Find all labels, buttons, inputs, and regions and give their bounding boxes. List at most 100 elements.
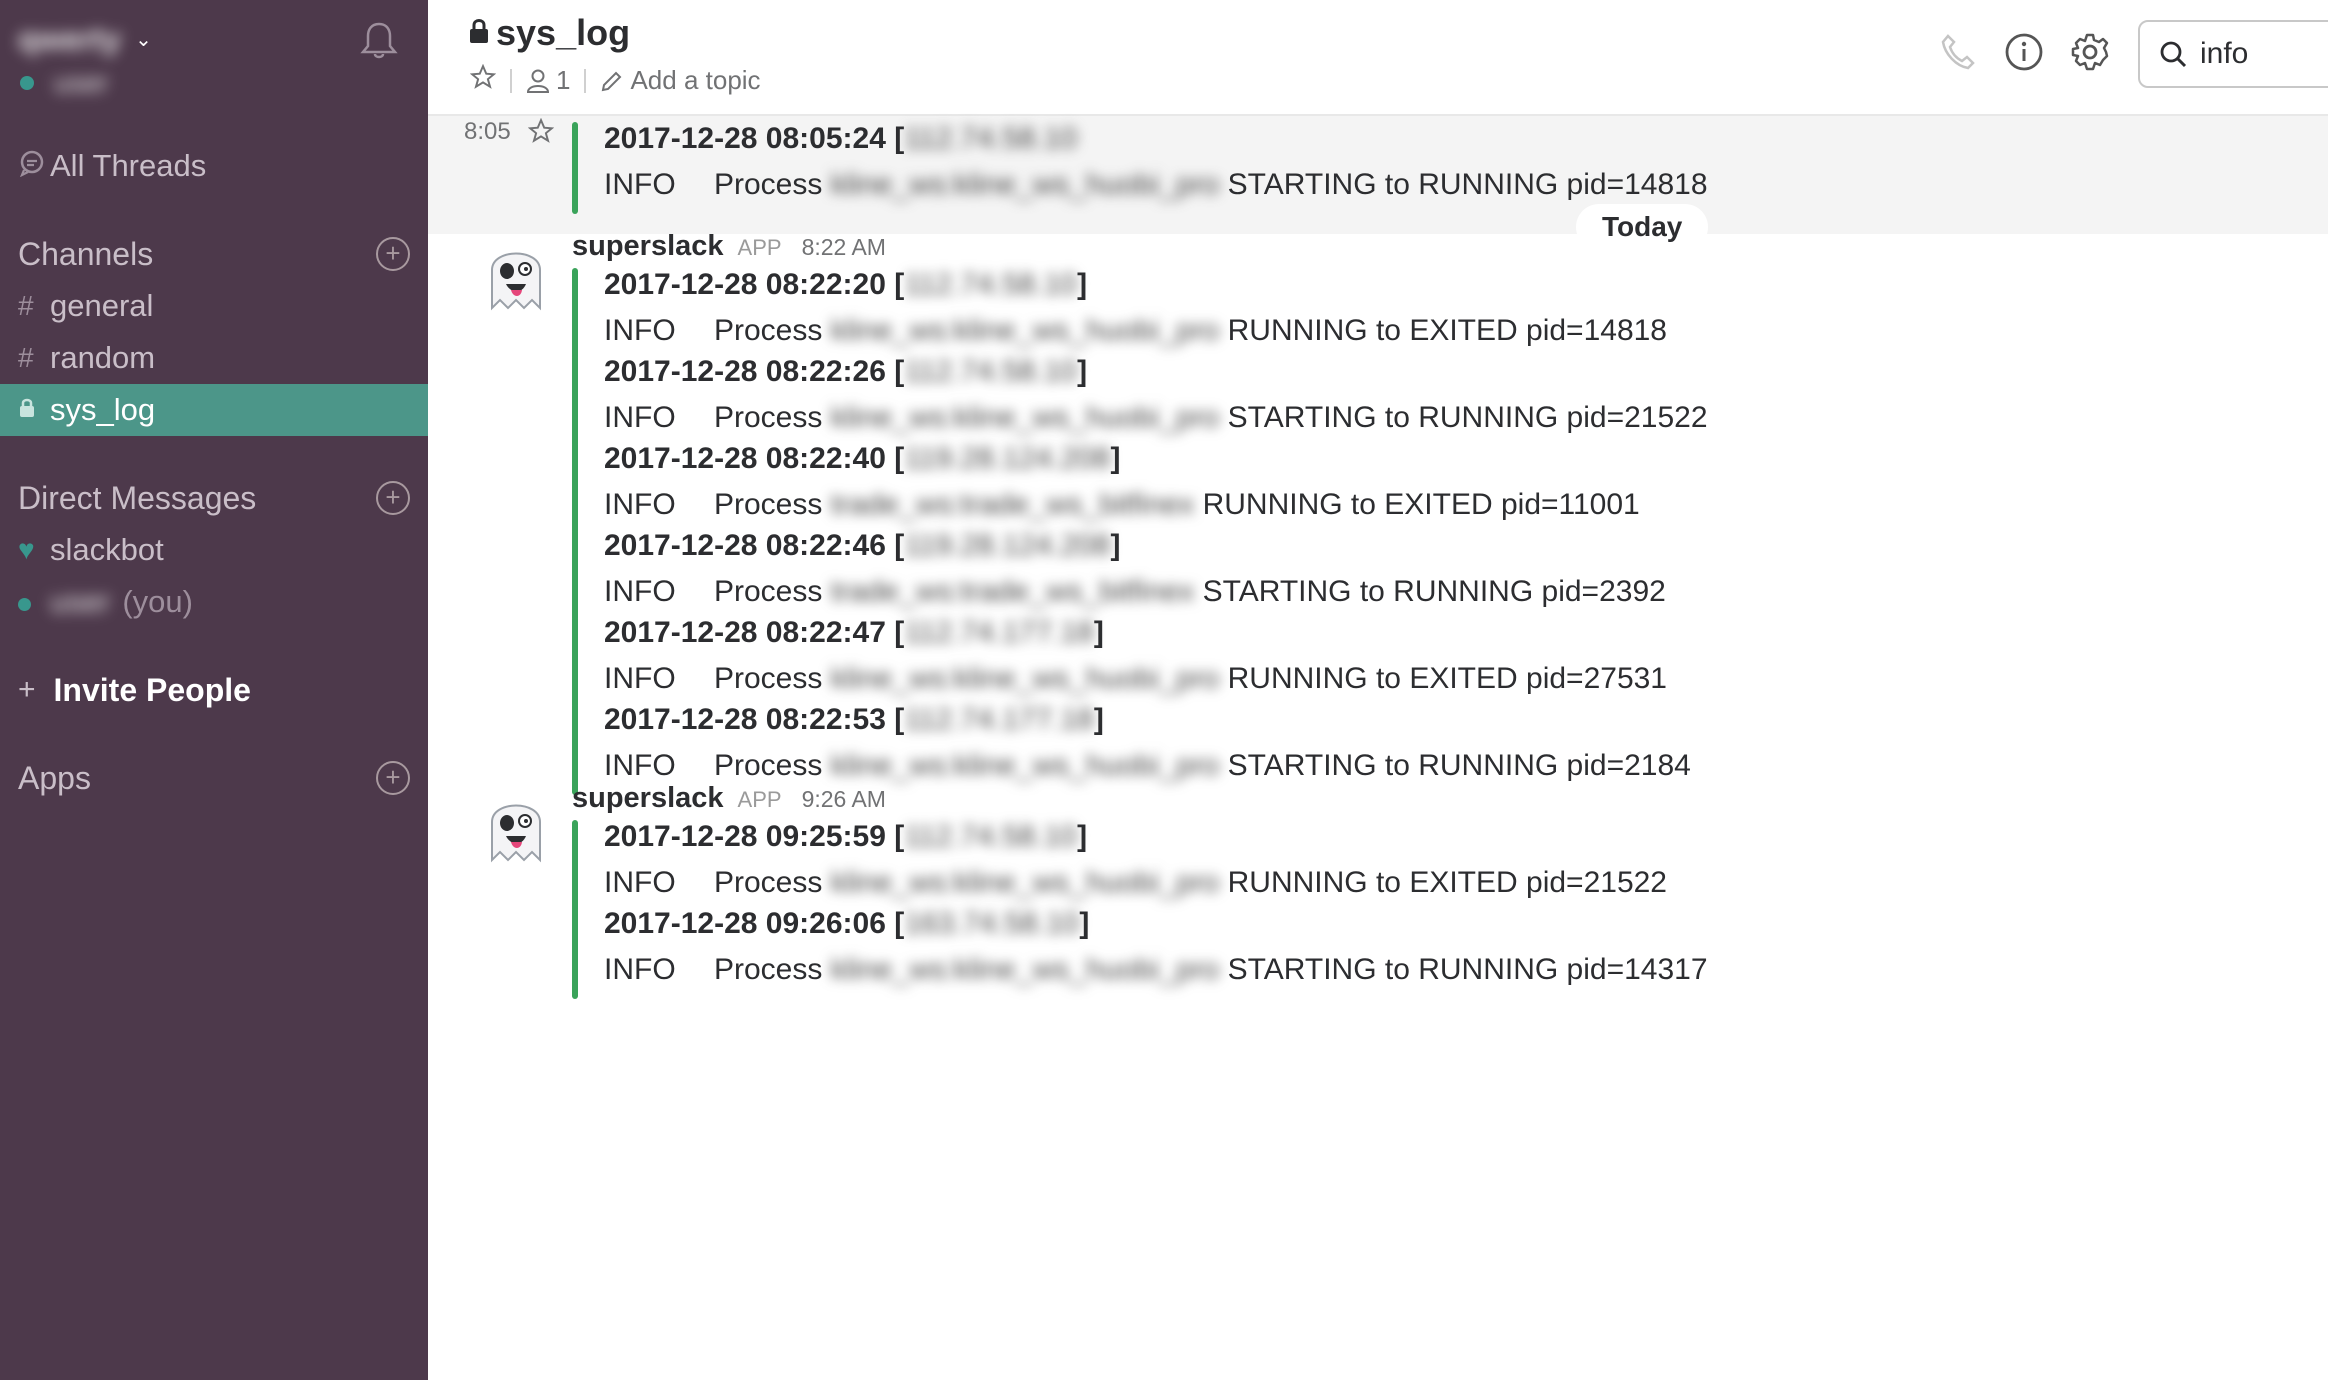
log-header: 2017-12-28 08:22:53 [112.74.177.18]: [604, 703, 1104, 737]
log-status: RUNNING to EXITED pid=21522: [1227, 866, 1667, 899]
sidebar-item-general[interactable]: # general: [0, 280, 428, 332]
log-process-prefix: Process: [714, 401, 823, 434]
log-ip: 112.74.177.18: [904, 616, 1094, 649]
log-bracket: ]: [1077, 355, 1088, 388]
member-count[interactable]: 1: [526, 65, 570, 96]
presence-dot-icon: [18, 586, 50, 618]
star-icon[interactable]: [527, 117, 555, 149]
hash-icon: #: [18, 342, 34, 373]
message-sender-row: superslack APP 8:22 AM: [572, 230, 886, 263]
lock-icon: [468, 12, 490, 54]
log-ip: 112.74.58.10: [904, 122, 1078, 155]
log-process-prefix: Process: [714, 488, 823, 521]
message-time[interactable]: 8:22 AM: [802, 234, 886, 261]
log-timestamp: 2017-12-28 08:05:24 [: [604, 122, 905, 155]
channel-title[interactable]: sys_log: [468, 12, 630, 54]
sidebar-item-label: sys_log: [50, 392, 156, 427]
sidebar-item-all-threads[interactable]: All Threads: [0, 140, 428, 192]
search-icon: [2158, 39, 2188, 69]
hash-icon: #: [18, 290, 34, 321]
add-topic-button[interactable]: Add a topic: [600, 65, 761, 96]
sidebar-item-self-dm[interactable]: user (you): [0, 576, 428, 628]
divider: [510, 68, 512, 93]
add-app-icon[interactable]: +: [376, 761, 410, 795]
sidebar-item-sys-log[interactable]: sys_log: [0, 384, 428, 436]
log-status: STARTING to RUNNING pid=2184: [1227, 749, 1691, 782]
log-process-prefix: Process: [714, 314, 823, 347]
app-badge: APP: [737, 787, 782, 812]
sender-name[interactable]: superslack: [572, 782, 724, 815]
channels-header[interactable]: Channels +: [18, 230, 410, 278]
log-process-name: kline_ws:kline_ws_huobi_pro: [830, 866, 1220, 899]
log-level: INFO: [604, 749, 676, 782]
log-header: 2017-12-28 09:25:59 [112.74.58.10]: [604, 820, 1087, 854]
direct-messages-header[interactable]: Direct Messages +: [18, 474, 410, 522]
log-bracket: ]: [1077, 268, 1088, 301]
ghost-avatar-icon[interactable]: [478, 790, 554, 866]
sidebar-item-random[interactable]: # random: [0, 332, 428, 384]
log-process-name: trade_ws:trade_ws_bitfinex: [830, 488, 1195, 521]
apps-header-label: Apps: [18, 759, 91, 796]
team-switcher[interactable]: qwerty ⌄: [18, 16, 152, 62]
info-icon[interactable]: [2004, 32, 2044, 77]
gear-icon[interactable]: [2070, 32, 2110, 77]
log-timestamp: 2017-12-28 08:22:40 [: [604, 442, 905, 475]
search-input[interactable]: info: [2138, 20, 2328, 88]
apps-header[interactable]: Apps +: [18, 754, 410, 802]
log-bracket: ]: [1077, 820, 1088, 853]
log-status: RUNNING to EXITED pid=11001: [1202, 488, 1640, 521]
log-body: INFO Process kline_ws:kline_ws_huobi_pro …: [604, 662, 1667, 696]
log-attachment: 2017-12-28 08:22:40 [119.28.124.208] INFO…: [572, 442, 1972, 534]
log-header: 2017-12-28 08:22:20 [112.74.58.10]: [604, 268, 1087, 302]
message-row[interactable]: 8:05 2017-12-28 08:05:24 [ 112.74.58.10 …: [428, 116, 2328, 234]
log-level: INFO: [604, 488, 676, 521]
channel-meta: 1 Add a topic: [469, 63, 761, 97]
add-dm-icon[interactable]: +: [376, 481, 410, 515]
channel-header: sys_log 1 Add a topic info: [428, 0, 2328, 116]
member-count-value: 1: [556, 65, 571, 95]
sidebar-item-label: general: [50, 288, 154, 323]
sidebar-item-slackbot[interactable]: ♥ slackbot: [0, 524, 428, 576]
log-bracket: ]: [1110, 529, 1121, 562]
log-timestamp: 2017-12-28 08:22:53 [: [604, 703, 905, 736]
log-attachment: 2017-12-28 09:26:06 [163.74.58.10] INFO Pr…: [572, 907, 1972, 999]
log-ip: 119.28.124.208: [904, 529, 1111, 562]
log-ip: 112.74.58.10: [904, 268, 1078, 301]
message-time[interactable]: 9:26 AM: [802, 786, 886, 813]
ghost-avatar-icon[interactable]: [478, 238, 554, 314]
log-ip: 163.74.58.10: [904, 907, 1080, 940]
log-body: INFO Process kline_ws:kline_ws_huobi_pro …: [604, 314, 1667, 348]
log-level: INFO: [604, 575, 676, 608]
log-ip: 119.28.124.208: [904, 442, 1111, 475]
sidebar-item-label: All Threads: [50, 148, 207, 183]
log-status: STARTING to RUNNING pid=21522: [1227, 401, 1708, 434]
current-user[interactable]: user: [20, 64, 108, 102]
bell-icon[interactable]: [360, 20, 398, 65]
log-process-prefix: Process: [714, 168, 823, 201]
log-process-prefix: Process: [714, 575, 823, 608]
phone-icon[interactable]: [1940, 32, 1976, 77]
you-suffix: (you): [122, 584, 193, 619]
attachment-bar: [572, 268, 578, 360]
log-process-prefix: Process: [714, 749, 823, 782]
log-body: INFO Process kline_ws:kline_ws_huobi_pro …: [604, 749, 1691, 783]
log-level: INFO: [604, 662, 676, 695]
log-status: RUNNING to EXITED pid=14818: [1227, 314, 1667, 347]
sidebar: qwerty ⌄ user All Threads Channels + # g…: [0, 0, 428, 1380]
log-process-prefix: Process: [714, 866, 823, 899]
add-topic-label: Add a topic: [630, 65, 761, 95]
plus-icon: +: [18, 673, 36, 706]
invite-people-button[interactable]: + Invite People: [18, 664, 251, 716]
log-body: INFO Process trade_ws:trade_ws_bitfinex R…: [604, 488, 1640, 522]
log-header: 2017-12-28 09:26:06 [163.74.58.10]: [604, 907, 1089, 941]
message-time[interactable]: 8:05: [464, 118, 511, 146]
log-header: 2017-12-28 08:22:26 [112.74.58.10]: [604, 355, 1087, 389]
log-process-name: trade_ws:trade_ws_bitfinex: [830, 575, 1195, 608]
sender-name[interactable]: superslack: [572, 230, 724, 263]
star-icon[interactable]: [469, 63, 497, 97]
log-timestamp: 2017-12-28 08:22:47 [: [604, 616, 905, 649]
message-pane: 8:05 2017-12-28 08:05:24 [ 112.74.58.10 …: [428, 116, 2328, 1380]
log-header: 2017-12-28 08:22:47 [112.74.177.18]: [604, 616, 1104, 650]
add-channel-icon[interactable]: +: [376, 237, 410, 271]
sidebar-item-label: user: [50, 584, 111, 619]
